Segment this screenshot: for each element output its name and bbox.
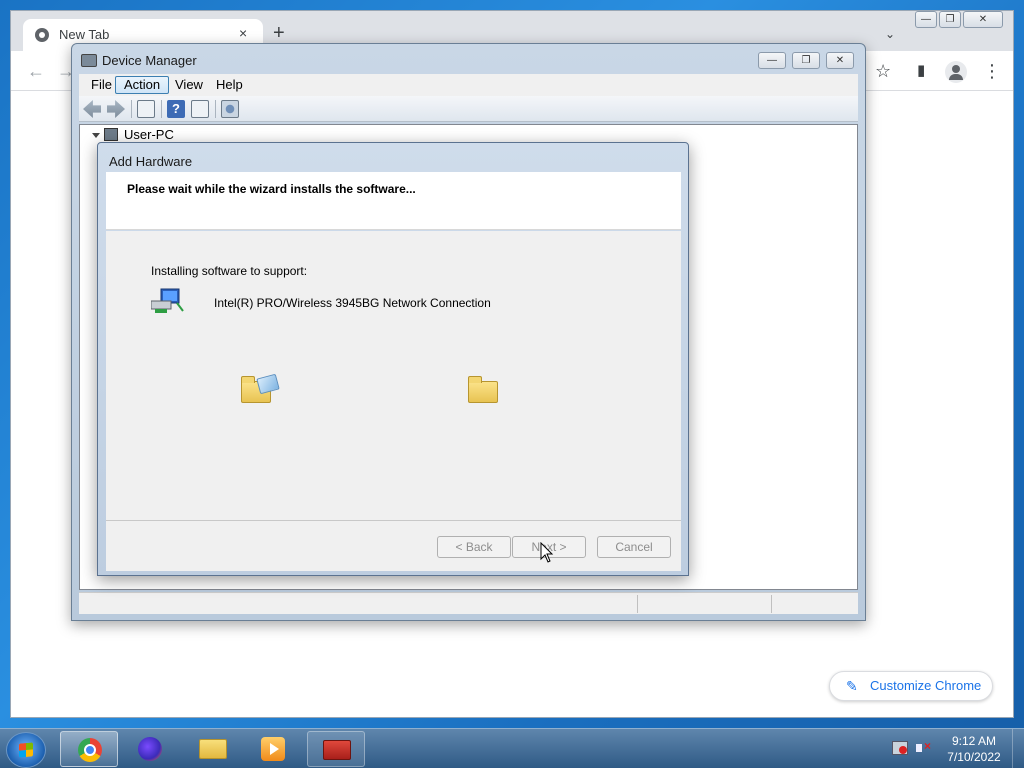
side-panel-icon[interactable]: ▮ [917,61,925,81]
back-button[interactable]: < Back [437,536,511,558]
firefox-icon [138,737,162,761]
mouse-cursor-icon [540,542,554,563]
chrome-icon [78,738,102,762]
windows-logo-icon [19,742,33,758]
taskbar-explorer[interactable] [184,731,242,767]
device-manager-menubar: File Action View Help [79,74,858,96]
status-divider [637,595,638,613]
chrome-menu-icon[interactable]: ⋮ [983,61,1001,81]
wizard-divider [106,520,681,521]
device-manager-icon [81,54,97,67]
back-arrow-icon[interactable]: ← [27,61,45,81]
volume-muted-icon[interactable]: × [916,739,932,755]
taskbar-media-player[interactable] [244,731,302,767]
chrome-minimize-button[interactable]: — [915,11,937,28]
add-hardware-dialog: Add Hardware Please wait while the wizar… [97,142,689,576]
network-disconnected-icon[interactable] [892,741,908,755]
wizard-header: Please wait while the wizard installs th… [106,172,681,230]
toolbar-separator [131,100,132,118]
device-manager-window-controls: — ❐ ✕ [758,52,858,70]
start-button[interactable] [6,732,46,768]
show-desktop-button[interactable] [1012,729,1024,768]
forward-arrow-icon[interactable] [107,100,125,118]
tree-expand-icon[interactable] [92,133,100,138]
taskbar: × 9:12 AM 7/10/2022 [0,728,1024,768]
back-arrow-icon[interactable] [83,100,101,118]
devmgr-minimize-button[interactable]: — [758,52,786,69]
chrome-restore-button[interactable]: ❐ [939,11,961,28]
device-manager-toolbar: ? [79,96,858,122]
destination-folder-icon [468,376,498,403]
tab-search-chevron-icon[interactable]: ⌄ [885,27,895,41]
bookmark-star-icon[interactable]: ☆ [875,61,891,81]
copying-file-icon [256,373,280,395]
chrome-logo-icon [35,28,49,42]
device-manager-statusbar [79,592,858,614]
customize-chrome-label: Customize Chrome [870,678,982,693]
chrome-window-controls: — ❐ ✕ [915,11,1011,29]
tab-title: New Tab [59,27,110,42]
taskbar-firefox[interactable] [121,731,179,767]
installing-label: Installing software to support: [151,264,308,278]
devmgr-close-button[interactable]: ✕ [826,52,854,69]
properties-icon[interactable] [191,100,209,118]
folder-icon [199,739,227,759]
speaker-icon [916,744,922,752]
pencil-icon: ✎ [846,678,858,694]
device-manager-title: Device Manager [102,53,197,68]
taskbar-toolbox[interactable] [307,731,365,767]
new-tab-button[interactable]: + [273,23,285,43]
menu-view[interactable]: View [166,76,212,94]
clock-time[interactable]: 9:12 AM [944,734,1004,748]
network-adapter-icon [151,288,184,313]
tab-close-icon[interactable]: × [239,25,247,41]
toolbar-separator [215,100,216,118]
status-divider [771,595,772,613]
help-icon[interactable]: ? [167,100,185,118]
mute-x-icon: × [924,739,932,753]
customize-chrome-button[interactable]: ✎ Customize Chrome [829,671,993,701]
devmgr-restore-button[interactable]: ❐ [792,52,820,69]
add-hardware-title: Add Hardware [109,154,193,169]
toolbar-separator [161,100,162,118]
show-hide-console-tree-icon[interactable] [137,100,155,118]
profile-avatar-icon[interactable] [945,61,967,83]
menu-action[interactable]: Action [115,76,170,94]
menu-help[interactable]: Help [207,76,252,94]
clock-date[interactable]: 7/10/2022 [944,750,1004,764]
scan-hardware-icon[interactable] [221,100,239,118]
wizard-heading: Please wait while the wizard installs th… [127,182,416,196]
chrome-close-button[interactable]: ✕ [963,11,1003,28]
computer-icon [104,128,118,141]
tree-root-label[interactable]: User-PC [124,127,174,142]
taskbar-chrome[interactable] [60,731,118,767]
cancel-button[interactable]: Cancel [597,536,671,558]
media-player-icon [261,737,285,761]
toolbox-icon [323,740,351,760]
device-name-label: Intel(R) PRO/Wireless 3945BG Network Con… [214,296,491,310]
